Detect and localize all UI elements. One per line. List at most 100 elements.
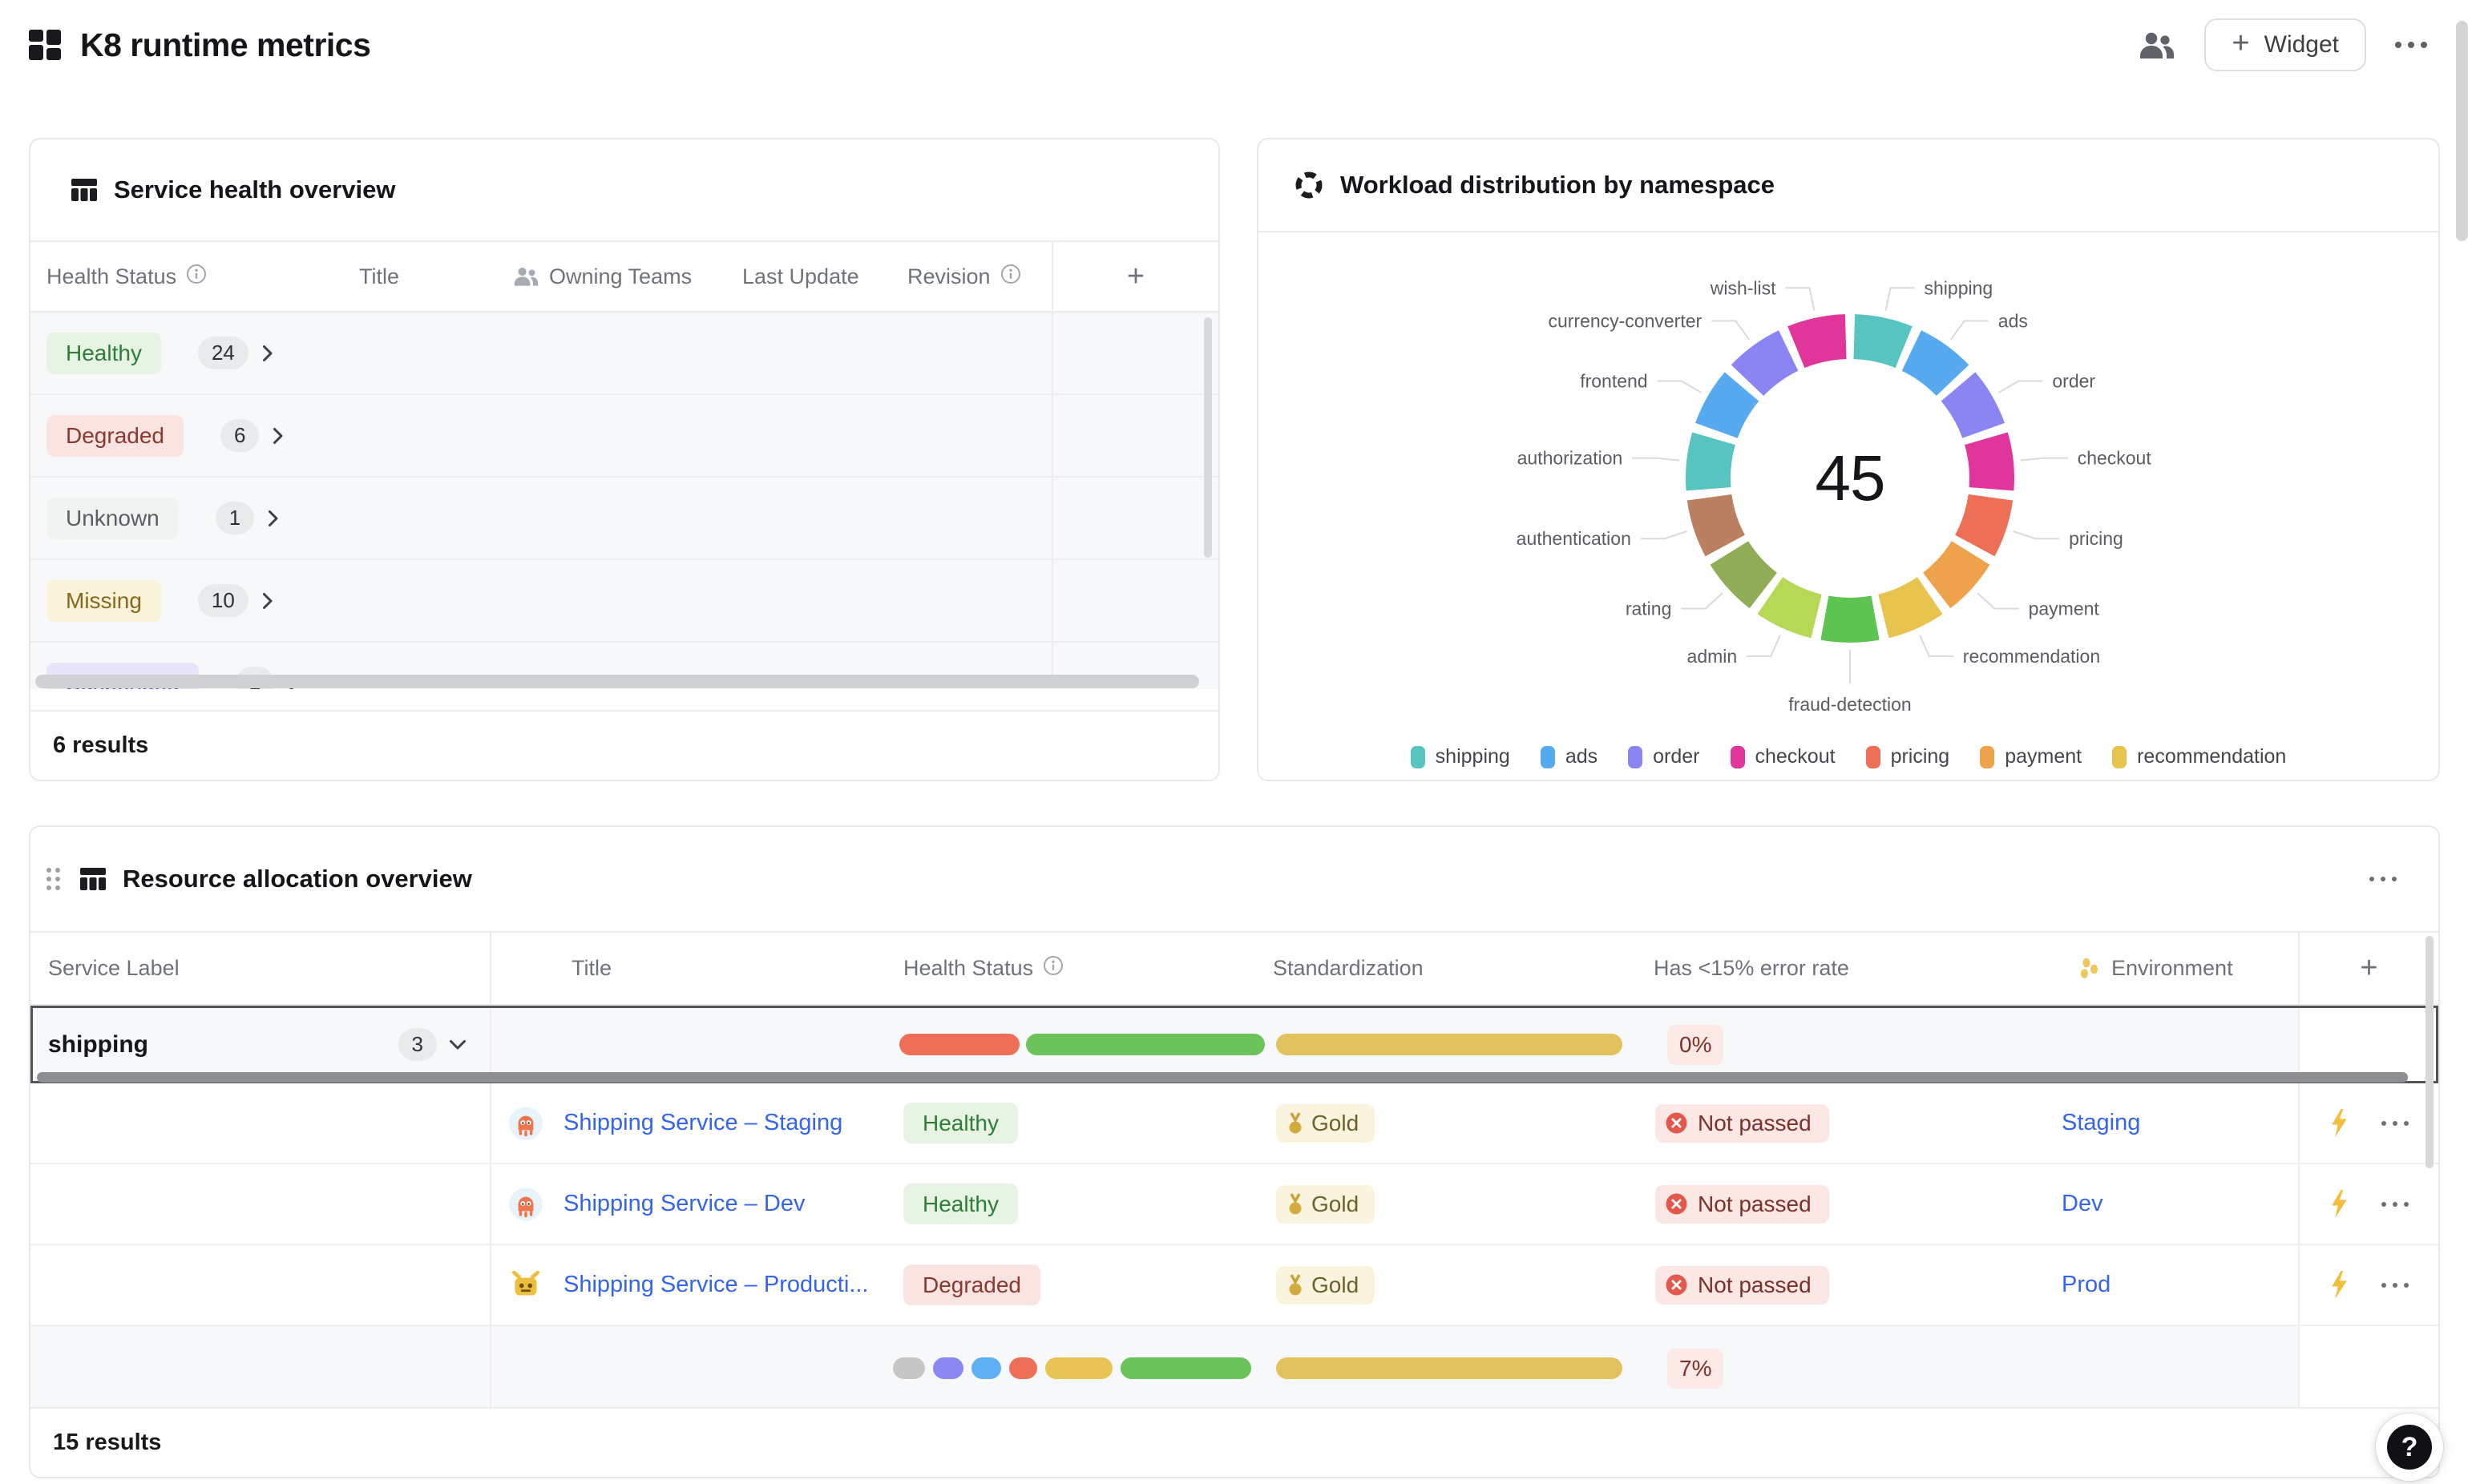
donut-segment[interactable] — [1824, 618, 1875, 620]
legend-swatch — [1628, 746, 1642, 768]
service-title-link[interactable]: Shipping Service – Dev — [563, 1191, 805, 1217]
vertical-scrollbar[interactable] — [2426, 936, 2434, 1168]
donut-segment[interactable] — [1710, 498, 1726, 546]
chevron-right-icon[interactable] — [272, 426, 284, 446]
namespace-label: order — [2052, 371, 2095, 392]
info-icon[interactable] — [186, 264, 207, 290]
donut-segment[interactable] — [1716, 387, 1742, 431]
donut-segment[interactable] — [1986, 438, 1992, 489]
donut-segment[interactable] — [1770, 595, 1816, 616]
legend-item[interactable]: checkout — [1731, 745, 1836, 768]
chevron-right-icon[interactable] — [261, 344, 273, 363]
chevron-right-icon[interactable] — [267, 509, 279, 528]
donut-segment[interactable] — [1854, 337, 1904, 347]
robot-service-icon — [507, 1267, 544, 1304]
environment-link[interactable]: Dev — [2062, 1191, 2103, 1216]
standardization-badge: Gold — [1276, 1266, 1375, 1305]
namespace-label: checkout — [2078, 448, 2152, 469]
row-menu-button[interactable] — [2381, 1121, 2409, 1126]
count-badge: 6 — [220, 419, 259, 452]
lightning-icon[interactable] — [2329, 1270, 2349, 1300]
add-widget-button[interactable]: + Widget — [2204, 18, 2366, 71]
card-menu-button[interactable] — [2369, 877, 2397, 881]
service-title-link[interactable]: Shipping Service – Producti... — [563, 1272, 868, 1298]
service-title-link[interactable]: Shipping Service – Staging — [563, 1110, 842, 1136]
horizontal-scrollbar[interactable] — [37, 1072, 2408, 1083]
column-header-standardization[interactable]: Standardization — [1265, 933, 1638, 1004]
legend-item[interactable]: payment — [1980, 745, 2082, 768]
table-row[interactable]: Shipping Service – Producti...DegradedGo… — [30, 1245, 2438, 1326]
label-leader-line — [1641, 531, 1687, 538]
donut-center-value: 45 — [1816, 442, 1885, 515]
column-header-environment[interactable]: Environment — [2050, 933, 2298, 1004]
health-distribution-bar — [887, 1034, 1265, 1055]
row-menu-button[interactable] — [2381, 1202, 2409, 1207]
donut-segment[interactable] — [1747, 351, 1788, 381]
column-header-title[interactable]: Title — [287, 242, 471, 311]
donut-segment[interactable] — [1975, 498, 1991, 546]
status-bar-segment — [1026, 1034, 1265, 1055]
table-row[interactable]: Unknown1 — [30, 478, 1218, 560]
row-menu-button[interactable] — [2381, 1283, 2409, 1288]
table-row[interactable]: Healthy24 — [30, 313, 1218, 395]
legend-item[interactable]: ads — [1541, 745, 1598, 768]
column-header-revision[interactable]: Revision — [888, 242, 1052, 311]
workload-chart: shippingadsordercheckoutpricingpaymentre… — [1258, 232, 2438, 753]
namespace-label: pricing — [2069, 528, 2123, 549]
add-column-button[interactable]: + — [2298, 933, 2438, 1004]
page-menu-button[interactable] — [2395, 42, 2427, 48]
column-header-error-rate[interactable]: Has <15% error rate — [1638, 933, 2050, 1004]
table-row[interactable]: Missing10 — [30, 560, 1218, 643]
table-row[interactable]: Shipping Service – DevHealthyGoldNot pas… — [30, 1164, 2438, 1245]
group-row-partial[interactable]: 7% — [30, 1326, 2438, 1410]
chevron-down-icon[interactable] — [448, 1038, 467, 1050]
donut-segment[interactable] — [1796, 337, 1846, 347]
namespace-label: authorization — [1517, 448, 1623, 469]
help-button[interactable]: ? — [2376, 1413, 2443, 1481]
lightning-icon[interactable] — [2329, 1189, 2349, 1219]
namespace-label: payment — [2029, 599, 2100, 619]
legend-item[interactable]: pricing — [1866, 745, 1950, 768]
donut-segment[interactable] — [1729, 553, 1763, 591]
members-icon[interactable] — [2139, 30, 2175, 60]
squid-service-icon — [507, 1105, 544, 1142]
label-leader-line — [1632, 458, 1679, 461]
donut-segment[interactable] — [1884, 595, 1930, 616]
status-bar-segment — [933, 1357, 963, 1379]
label-leader-line — [1920, 635, 1953, 657]
add-column-button[interactable]: + — [1052, 242, 1218, 311]
chevron-right-icon[interactable] — [261, 591, 273, 611]
medal-icon — [1287, 1192, 1303, 1216]
service-health-table-header: Health Status Title Owning Teams Last Up… — [30, 240, 1218, 313]
vertical-scrollbar[interactable] — [1204, 317, 1212, 558]
donut-segment[interactable] — [1912, 351, 1953, 381]
status-badge: Degraded — [46, 415, 184, 457]
legend-item[interactable]: order — [1628, 745, 1699, 768]
medal-icon — [1287, 1273, 1303, 1297]
horizontal-scrollbar[interactable] — [35, 675, 1199, 688]
environment-link[interactable]: Prod — [2062, 1272, 2110, 1297]
donut-segment[interactable] — [1958, 387, 1984, 431]
info-icon[interactable] — [1043, 955, 1064, 982]
service-health-card: Service health overview Health Status Ti… — [29, 138, 1220, 781]
column-header-title[interactable]: Title — [491, 933, 887, 1004]
column-header-health-status[interactable]: Health Status — [887, 933, 1265, 1004]
column-header-owning-teams[interactable]: Owning Teams — [471, 242, 720, 311]
table-row[interactable]: Shipping Service – StagingHealthyGoldNot… — [30, 1083, 2438, 1164]
environment-link[interactable]: Staging — [2062, 1110, 2140, 1135]
donut-segment[interactable] — [1937, 553, 1970, 591]
lightning-icon[interactable] — [2329, 1108, 2349, 1138]
group-row-shipping[interactable]: shipping30% — [30, 1006, 2438, 1083]
info-icon[interactable] — [1000, 264, 1021, 290]
table-row[interactable]: Degraded 6 — [30, 395, 1218, 478]
column-header-last-update[interactable]: Last Update — [720, 242, 888, 311]
donut-segment[interactable] — [1708, 438, 1714, 489]
drag-handle-icon[interactable] — [46, 868, 60, 890]
table-chart-icon — [71, 177, 98, 203]
legend-item[interactable]: recommendation — [2112, 745, 2286, 768]
page-scrollbar[interactable] — [2456, 21, 2468, 241]
column-header-health-status[interactable]: Health Status — [30, 242, 287, 311]
label-leader-line — [1786, 288, 1815, 310]
column-header-service-label[interactable]: Service Label — [30, 933, 491, 1004]
legend-item[interactable]: shipping — [1411, 745, 1510, 768]
